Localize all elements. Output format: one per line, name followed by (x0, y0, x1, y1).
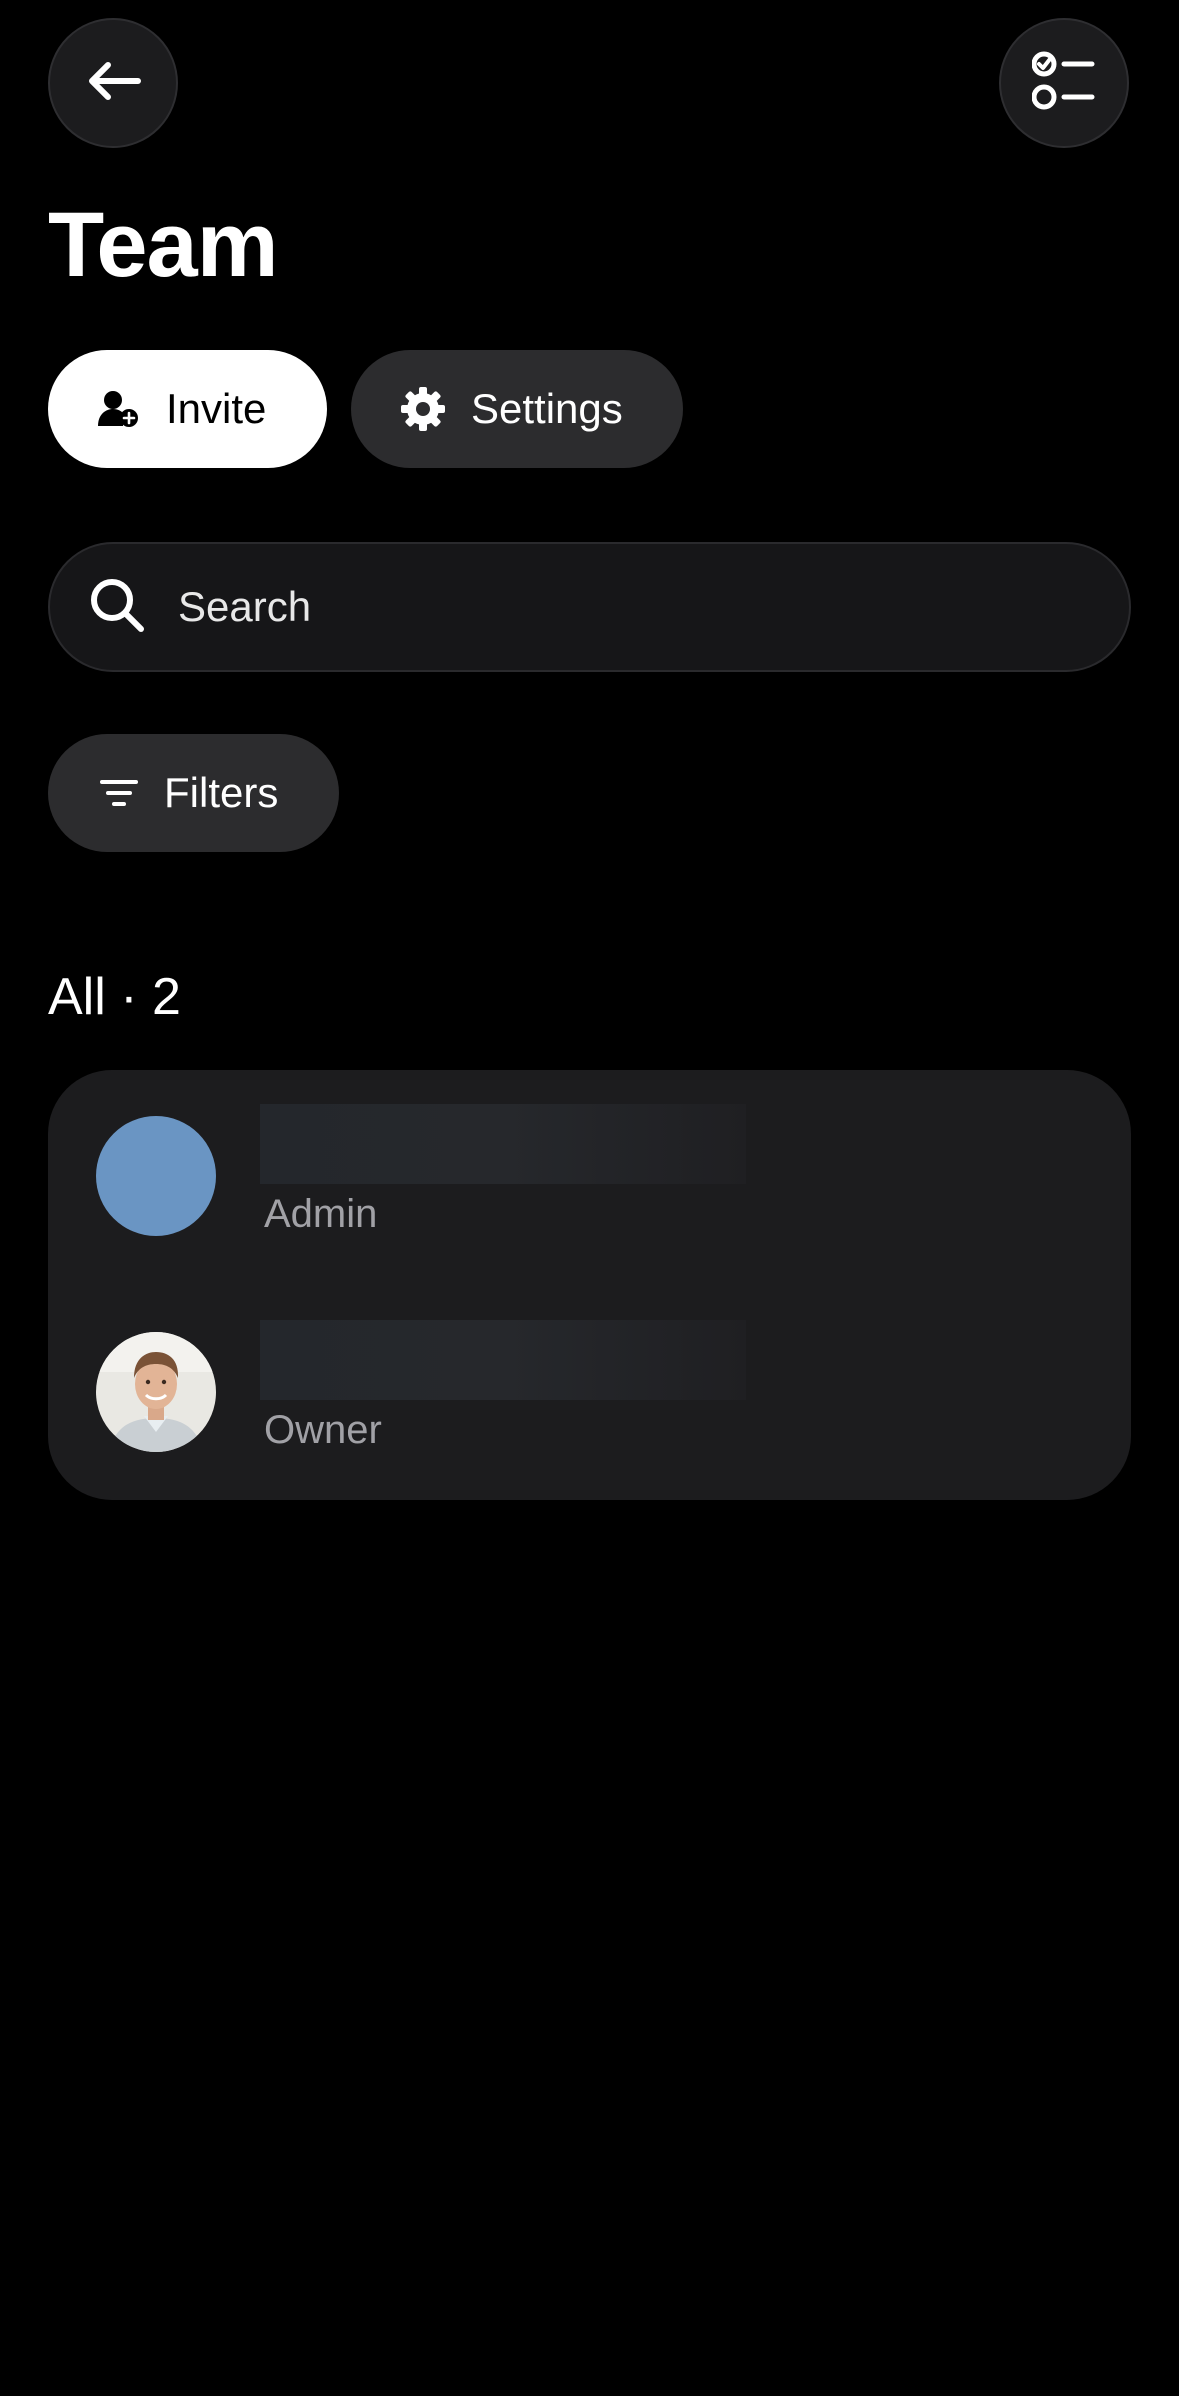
avatar (96, 1116, 216, 1236)
filters-label: Filters (164, 769, 279, 816)
filters-button[interactable]: Filters (48, 734, 339, 852)
page-title: Team (48, 194, 279, 296)
checklist-icon (1031, 51, 1096, 116)
filter-icon (100, 778, 138, 808)
gear-icon (401, 387, 445, 431)
settings-button[interactable]: Settings (351, 350, 683, 468)
search-icon (88, 576, 146, 639)
tasks-button[interactable] (999, 18, 1129, 148)
member-role: Admin (264, 1192, 378, 1236)
user-plus-icon (98, 390, 138, 428)
member-row[interactable]: Admin (48, 1104, 1131, 1266)
avatar (96, 1332, 216, 1452)
member-name-redacted (260, 1104, 746, 1184)
members-list: Admin Owner (48, 1070, 1131, 1500)
invite-label: Invite (166, 385, 267, 432)
member-row[interactable]: Owner (48, 1320, 1131, 1482)
arrow-left-icon (84, 59, 142, 108)
invite-button[interactable]: Invite (48, 350, 327, 468)
back-button[interactable] (48, 18, 178, 148)
member-role: Owner (264, 1408, 382, 1452)
member-name-redacted (260, 1320, 746, 1400)
members-count-heading: All · 2 (48, 968, 181, 1026)
settings-label: Settings (471, 385, 623, 432)
search-input[interactable] (176, 582, 1040, 632)
search-bar[interactable] (48, 542, 1131, 672)
